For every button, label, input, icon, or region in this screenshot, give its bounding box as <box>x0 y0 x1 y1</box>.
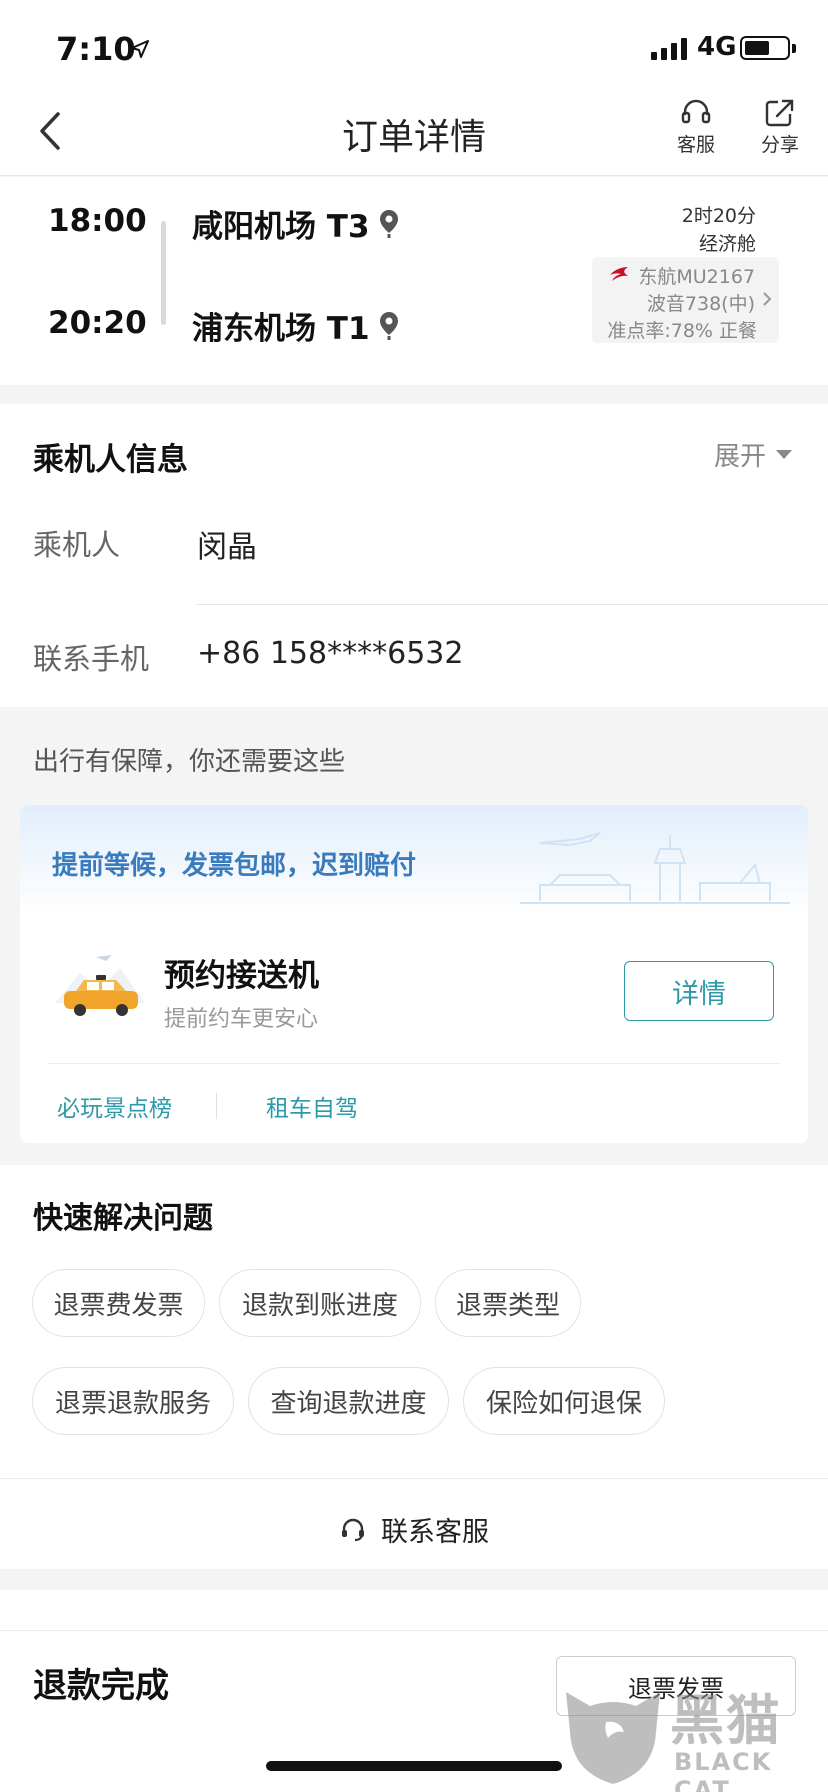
extras-banner[interactable]: 提前等候，发票包邮，迟到赔付 <box>20 805 808 915</box>
phone-value: +86 158****6532 <box>197 636 464 671</box>
chevron-right-icon <box>763 292 772 306</box>
customer-service-button[interactable]: 客服 <box>664 98 728 157</box>
flight-card: 18:00 20:20 咸阳机场 T3 浦东机场 T1 2时20分 经济舱 东航… <box>0 177 828 385</box>
route-line <box>161 221 166 325</box>
quick-help-heading: 快速解决问题 <box>33 1201 213 1236</box>
extras-heading: 出行有保障，你还需要这些 <box>33 747 346 777</box>
chip-query-refund-progress[interactable]: 查询退款进度 <box>248 1367 449 1435</box>
status-time: 7:10 <box>56 30 136 68</box>
arrival-airport[interactable]: 浦东机场 T1 <box>192 303 400 348</box>
expand-label: 展开 <box>713 442 766 472</box>
flight-duration: 2时20分 <box>681 205 756 227</box>
chip-refund-type[interactable]: 退票类型 <box>435 1269 581 1337</box>
headset-icon <box>342 1518 364 1541</box>
pickup-service-title: 预约接送机 <box>164 958 319 994</box>
quick-help-section: 快速解决问题 退票费发票 退款到账进度 退票类型 退票退款服务 查询退款进度 保… <box>0 1165 828 1569</box>
location-arrow-icon <box>131 40 149 58</box>
contact-customer-service-button[interactable]: 联系客服 <box>0 1510 828 1549</box>
caret-down-icon <box>776 450 792 459</box>
pickup-service-subtitle: 提前约车更安心 <box>164 1007 319 1032</box>
airline-flight-number: 东航MU2167 <box>638 266 755 288</box>
battery-icon <box>740 36 790 60</box>
departure-airport[interactable]: 咸阳机场 T3 <box>192 201 400 246</box>
battery-cap <box>792 44 796 53</box>
top-attractions-link[interactable]: 必玩景点榜 <box>57 1089 172 1123</box>
map-pin-icon <box>379 311 398 340</box>
chip-refund-invoice[interactable]: 退票费发票 <box>32 1269 205 1337</box>
flight-info-box[interactable]: 东航MU2167 波音738(中) 准点率:78% 正餐 <box>592 257 779 343</box>
link-separator <box>216 1093 217 1119</box>
refund-invoice-button[interactable]: 退票发票 <box>556 1656 796 1716</box>
network-label: 4G <box>697 32 737 62</box>
home-indicator <box>266 1761 562 1771</box>
chip-refund-service[interactable]: 退票退款服务 <box>32 1367 234 1435</box>
map-pin-icon <box>379 209 398 238</box>
extras-card: 提前等候，发票包邮，迟到赔付 预约接送机 提前约车更安心 详情 必玩景点榜 租车… <box>20 805 808 1143</box>
quick-help-divider <box>0 1478 828 1479</box>
row-divider <box>197 604 828 605</box>
nav-bar: 订单详情 客服 分享 <box>0 92 828 176</box>
passenger-name: 闵晶 <box>197 530 257 565</box>
status-bar: 7:10 4G <box>0 0 828 92</box>
airline-logo-icon <box>610 267 628 281</box>
departure-time: 18:00 <box>48 203 147 239</box>
customer-service-label: 客服 <box>676 134 715 156</box>
refund-status: 退款完成 <box>33 1666 169 1706</box>
details-button[interactable]: 详情 <box>624 961 774 1021</box>
cabin-class: 经济舱 <box>698 233 756 255</box>
passenger-heading: 乘机人信息 <box>33 442 188 478</box>
arrival-airport-label: 浦东机场 T1 <box>192 311 370 347</box>
headset-icon <box>681 99 711 124</box>
share-button[interactable]: 分享 <box>748 98 812 157</box>
passenger-section: 乘机人信息 展开 乘机人 闵晶 联系手机 +86 158****6532 <box>0 404 828 707</box>
car-rental-link[interactable]: 租车自驾 <box>266 1089 358 1123</box>
airport-illustration <box>520 832 790 904</box>
aircraft-type: 波音738(中) <box>646 293 755 315</box>
share-icon <box>765 99 794 127</box>
extras-banner-text: 提前等候，发票包邮，迟到赔付 <box>52 851 417 881</box>
arrival-time: 20:20 <box>48 305 147 341</box>
passenger-label: 乘机人 <box>33 528 121 562</box>
bottom-divider <box>0 1630 828 1631</box>
departure-airport-label: 咸阳机场 T3 <box>192 209 370 245</box>
contact-customer-service-label: 联系客服 <box>381 1517 489 1548</box>
chip-refund-arrival-progress[interactable]: 退款到账进度 <box>219 1269 421 1337</box>
expand-toggle[interactable]: 展开 <box>714 436 792 473</box>
share-label: 分享 <box>760 134 799 156</box>
extras-divider <box>48 1063 780 1064</box>
taxi-icon <box>55 955 145 1016</box>
punctuality-meal: 准点率:78% 正餐 <box>607 320 757 342</box>
signal-icon <box>651 36 687 60</box>
phone-label: 联系手机 <box>33 642 150 676</box>
chip-insurance-refund[interactable]: 保险如何退保 <box>463 1367 665 1435</box>
